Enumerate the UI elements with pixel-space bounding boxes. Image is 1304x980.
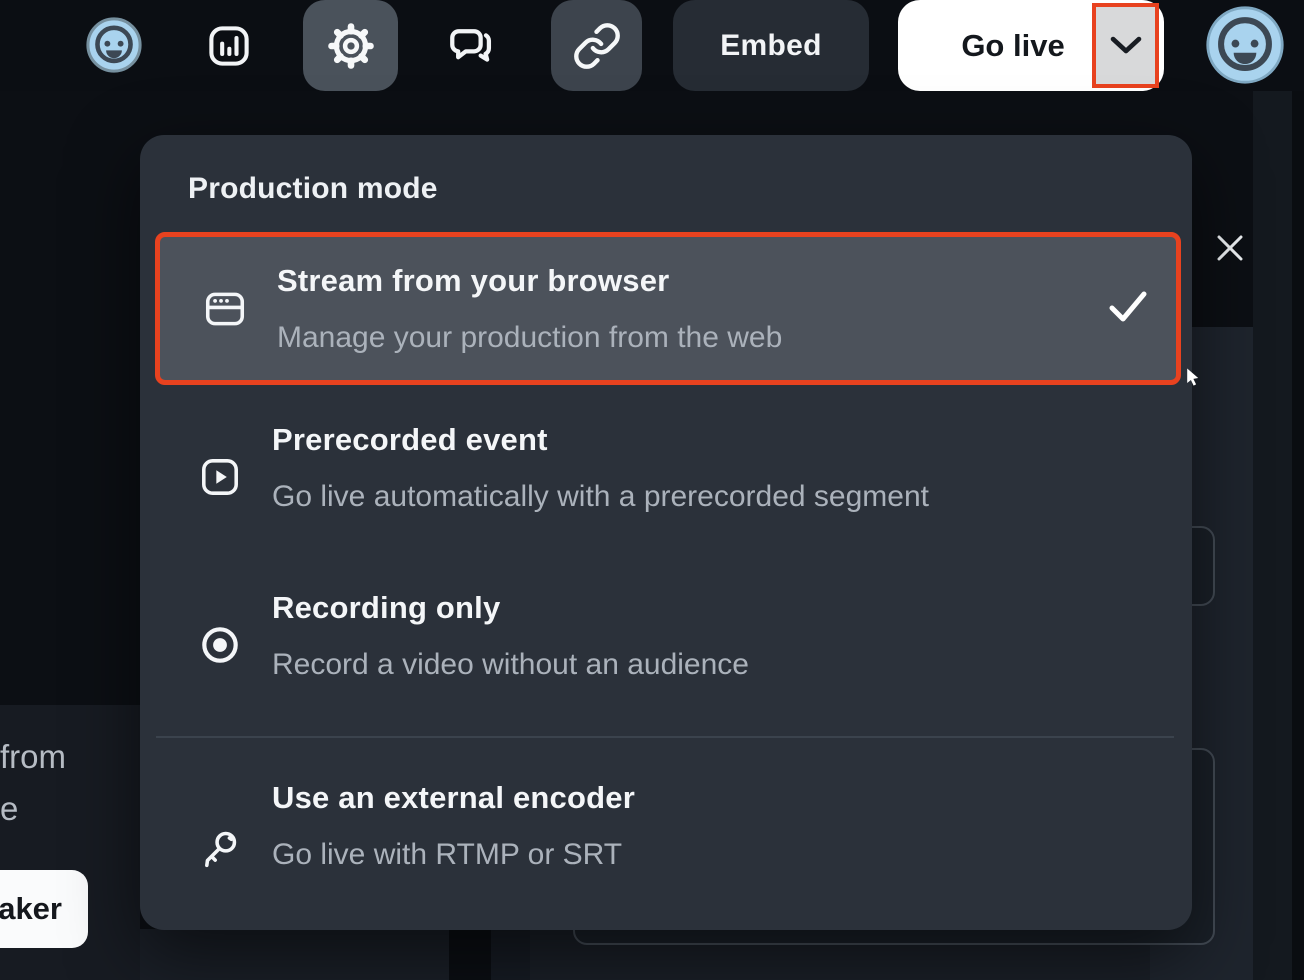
menu-item-subtitle: Record a video without an audience bbox=[272, 648, 749, 682]
partial-button-label: aker bbox=[0, 891, 62, 927]
key-icon bbox=[197, 826, 243, 872]
link-icon bbox=[572, 21, 622, 71]
top-toolbar: Embed Go live bbox=[0, 0, 1304, 91]
settings-button[interactable] bbox=[303, 0, 398, 91]
smiley-avatar-icon bbox=[86, 17, 142, 73]
partial-background-text: e bbox=[0, 790, 18, 828]
go-live-label: Go live bbox=[938, 0, 1088, 91]
menu-item-title: Stream from your browser bbox=[277, 263, 669, 299]
close-icon bbox=[1214, 232, 1246, 264]
menu-item-title: Use an external encoder bbox=[272, 780, 635, 816]
stats-button[interactable] bbox=[181, 0, 276, 91]
menu-header: Production mode bbox=[188, 172, 438, 206]
checkmark-icon bbox=[1106, 288, 1150, 325]
menu-item-external-encoder[interactable]: Use an external encoder Go live with RTM… bbox=[155, 778, 1181, 894]
menu-item-prerecorded-event[interactable]: Prerecorded event Go live automatically … bbox=[155, 420, 1181, 536]
user-avatar[interactable] bbox=[1206, 6, 1284, 84]
record-icon bbox=[197, 622, 243, 668]
share-link-button[interactable] bbox=[551, 0, 642, 91]
close-button[interactable] bbox=[1212, 230, 1248, 266]
go-live-dropdown-toggle[interactable] bbox=[1092, 3, 1159, 88]
right-side-strip bbox=[1253, 90, 1292, 980]
chat-bubbles-icon bbox=[444, 20, 496, 72]
menu-item-recording-only[interactable]: Recording only Record a video without an… bbox=[155, 588, 1181, 704]
menu-item-subtitle: Manage your production from the web bbox=[277, 321, 782, 355]
background-column-divider bbox=[491, 929, 530, 980]
embed-button-label: Embed bbox=[720, 29, 822, 63]
partial-background-text: from bbox=[0, 738, 66, 776]
bar-chart-icon bbox=[204, 21, 254, 71]
mouse-cursor bbox=[1186, 368, 1201, 387]
menu-item-subtitle: Go live with RTMP or SRT bbox=[272, 838, 622, 872]
right-edge-strip bbox=[1292, 90, 1304, 980]
go-live-split-button[interactable]: Go live bbox=[898, 0, 1164, 91]
menu-item-subtitle: Go live automatically with a prerecorded… bbox=[272, 480, 929, 514]
chevron-down-icon bbox=[1109, 35, 1143, 56]
menu-divider bbox=[156, 736, 1174, 738]
chat-button[interactable] bbox=[422, 0, 517, 91]
smiley-avatar-icon bbox=[1206, 6, 1284, 84]
production-mode-menu: Production mode Stream from your browser… bbox=[140, 135, 1192, 930]
play-square-icon bbox=[197, 454, 243, 500]
background-column-divider bbox=[449, 929, 491, 980]
menu-item-stream-from-browser[interactable]: Stream from your browser Manage your pro… bbox=[155, 232, 1181, 385]
browser-icon bbox=[202, 286, 248, 332]
menu-item-title: Recording only bbox=[272, 590, 500, 626]
source-avatar[interactable] bbox=[86, 17, 142, 73]
partial-speaker-button[interactable]: aker bbox=[0, 870, 88, 948]
menu-item-title: Prerecorded event bbox=[272, 422, 548, 458]
embed-button[interactable]: Embed bbox=[673, 0, 869, 91]
gear-icon bbox=[325, 20, 377, 72]
